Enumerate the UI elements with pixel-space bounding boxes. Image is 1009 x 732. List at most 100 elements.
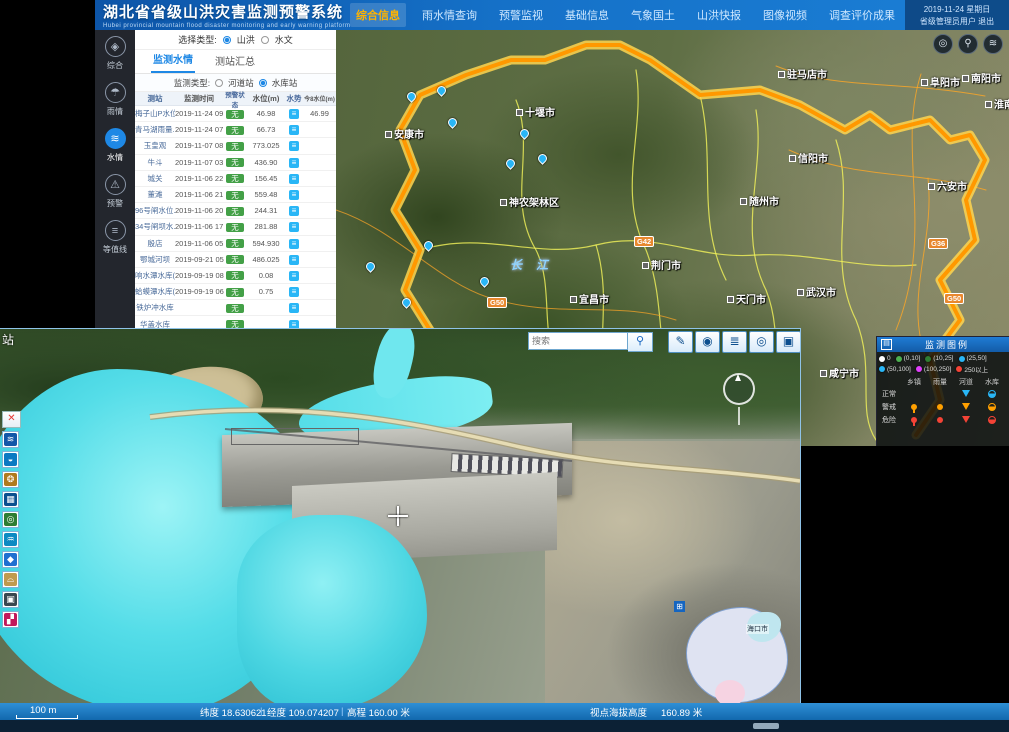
sediment-tool-icon[interactable]: ❂ (2, 471, 19, 488)
sidebar-item-isoline[interactable]: ≡ 等值线 (95, 214, 135, 260)
water-region-tool-icon[interactable]: ◆ (2, 551, 19, 568)
trend-icon[interactable] (289, 287, 299, 297)
overview-inset-map[interactable]: ⊞ 海口市 (672, 589, 795, 704)
trend-icon[interactable] (289, 222, 299, 232)
radio-hydrology[interactable] (261, 36, 269, 44)
station-name[interactable]: 殷店 (135, 238, 175, 249)
station-name[interactable]: 梅子山P水位.. (135, 108, 175, 119)
青马湖雨量..[interactable]: 青马湖雨量.. 2019-11-24 07 无 66.73 (135, 122, 336, 138)
flood-wave-tool-icon[interactable]: ≋ (2, 431, 19, 448)
trend-icon[interactable] (289, 239, 299, 249)
tab-station-summary[interactable]: 测站汇总 (213, 53, 257, 73)
station-name[interactable]: 青马湖雨量.. (135, 124, 175, 135)
玉皇观[interactable]: 玉皇观 2019-11-07 08 无 773.025 (135, 138, 336, 154)
road-badge: G36 (928, 238, 948, 249)
wave-field-tool-icon[interactable]: ▦ (2, 491, 19, 508)
radio-river-station-label[interactable]: 河道站 (228, 77, 254, 89)
殷店[interactable]: 殷店 2019-11-06 05 无 594.930 (135, 236, 336, 252)
water-drop-tool-icon[interactable]: ◒ (2, 451, 19, 468)
station-name[interactable]: 蛤蟆潭水库(.. (135, 286, 175, 297)
nav-item[interactable]: 图像视频 (757, 3, 813, 27)
river-normal-icon (962, 390, 970, 397)
scale-label: (25,50] (967, 355, 987, 362)
current-user[interactable]: 省级管理员用户 退出 (905, 16, 1009, 28)
station-name[interactable]: 城关 (135, 173, 175, 184)
sidebar-item-rain[interactable]: ☂ 雨情 (95, 76, 135, 122)
viewport-tool-icon[interactable]: ▣ (2, 591, 19, 608)
station-name[interactable]: 96号闸水位.. (135, 205, 175, 216)
trend-icon[interactable] (289, 158, 299, 168)
蛤蟆潭水库(..[interactable]: 蛤蟆潭水库(.. 2019-09-19 06 无 0.75 (135, 284, 336, 300)
user-box[interactable]: 2019-11-24 星期日 省级管理员用户 退出 (905, 0, 1009, 30)
radio-hydrology-label[interactable]: 水文 (275, 33, 293, 46)
城关[interactable]: 城关 2019-11-06 22 无 156.45 (135, 171, 336, 187)
trend-icon[interactable] (289, 303, 299, 313)
trend-icon[interactable] (289, 125, 299, 135)
station-name[interactable]: 董滩 (135, 189, 175, 200)
monitor-time: 2019-11-06 21 (175, 190, 223, 199)
nav-item[interactable]: 山洪快报 (691, 3, 747, 27)
close-icon[interactable]: ✕ (2, 411, 21, 428)
image-button[interactable]: ▣ (776, 331, 801, 353)
splash-tool-icon[interactable]: ♒ (2, 531, 19, 548)
tab-monitor-water[interactable]: 监测水情 (151, 51, 195, 73)
scrollbar-thumb[interactable] (753, 723, 779, 729)
radio-reservoir-station-label[interactable]: 水库站 (272, 77, 298, 89)
search-magnifier-icon[interactable]: ⚲ (628, 332, 653, 352)
响水潭水库(..[interactable]: 响水潭水库(.. 2019-09-19 08 无 0.08 (135, 268, 336, 284)
legend-col-reservoir: 水库 (979, 377, 1005, 387)
search-input[interactable] (528, 332, 628, 350)
trend-icon[interactable] (289, 141, 299, 151)
梅子山P水位..[interactable]: 梅子山P水位.. 2019-11-24 09 无 46.98 46.99 (135, 106, 336, 122)
鄂城河坝[interactable]: 鄂城河坝 2019-09-21 05 无 486.025 (135, 252, 336, 268)
station-name[interactable]: 鄂城河坝 (135, 254, 175, 265)
trend-icon[interactable] (289, 190, 299, 200)
radio-river-station[interactable] (215, 79, 223, 87)
sidebar-item-warning[interactable]: ⚠ 预警 (95, 168, 135, 214)
station-name[interactable]: 铁炉冲水库 (135, 302, 175, 313)
layers-button[interactable]: ≋ (983, 34, 1003, 54)
legend-scale-entry: 0 (879, 355, 891, 362)
search-button[interactable]: ⚲ (958, 34, 978, 54)
col-level: 水位(m) (247, 93, 285, 104)
radio-reservoir-station[interactable] (259, 79, 267, 87)
webcam-button[interactable]: ◉ (695, 331, 720, 353)
牛斗[interactable]: 牛斗 2019-11-07 03 无 436.90 (135, 155, 336, 171)
trend-icon[interactable] (289, 271, 299, 281)
eye-button[interactable]: ◎ (749, 331, 774, 353)
monitor-camera-tool-icon[interactable]: ◎ (2, 511, 19, 528)
铁炉冲水库[interactable]: 铁炉冲水库 无 (135, 300, 336, 316)
edit-plot-button[interactable]: ✎ (668, 331, 693, 353)
nav-item[interactable]: 基础信息 (559, 3, 615, 27)
reservoir-danger-icon (988, 416, 996, 424)
34号闸坝水..[interactable]: 34号闸坝水.. 2019-11-06 17 无 281.88 (135, 219, 336, 235)
nav-item[interactable]: 雨水情查询 (416, 3, 483, 27)
trend-icon[interactable] (289, 109, 299, 119)
profile-chart-tool-icon[interactable]: ▞ (2, 611, 19, 628)
inset-district (715, 680, 745, 704)
nav-item[interactable]: 综合信息 (350, 3, 406, 27)
station-name[interactable]: 响水潭水库(.. (135, 270, 175, 281)
sidebar-item-water[interactable]: ≋ 水情 (95, 122, 135, 168)
station-name[interactable]: 玉皇观 (135, 140, 175, 151)
nav-item[interactable]: 气象国土 (625, 3, 681, 27)
list-button[interactable]: ≣ (722, 331, 747, 353)
trend-icon[interactable] (289, 206, 299, 216)
station-name[interactable]: 牛斗 (135, 157, 175, 168)
trend-icon[interactable] (289, 174, 299, 184)
radio-mountain-flood-label[interactable]: 山洪 (237, 33, 255, 46)
nav-item[interactable]: 调查评价成果 (823, 3, 901, 27)
trend-icon[interactable] (289, 255, 299, 265)
locate-button[interactable]: ◎ (933, 34, 953, 54)
sidebar-item-overview[interactable]: ◈ 综合 (95, 30, 135, 76)
viewer-3d[interactable]: 站 ⚲ ✎ ◉ ≣ ◎ ▣ ⊕ ↶ ✕ (0, 328, 801, 704)
compass-control[interactable] (723, 373, 755, 405)
nav-item[interactable]: 预警监视 (493, 3, 549, 27)
inset-map-icon[interactable]: ⊞ (674, 601, 685, 612)
terrain-tool-icon[interactable]: ⌓ (2, 571, 19, 588)
station-name[interactable]: 34号闸坝水.. (135, 221, 175, 232)
96号闸水位..[interactable]: 96号闸水位.. 2019-11-06 20 无 244.31 (135, 203, 336, 219)
legend-rain-scale: 0 (0,10] (10,25] (25,50] (877, 352, 1009, 375)
董滩[interactable]: 董滩 2019-11-06 21 无 559.48 (135, 187, 336, 203)
radio-mountain-flood[interactable] (223, 36, 231, 44)
